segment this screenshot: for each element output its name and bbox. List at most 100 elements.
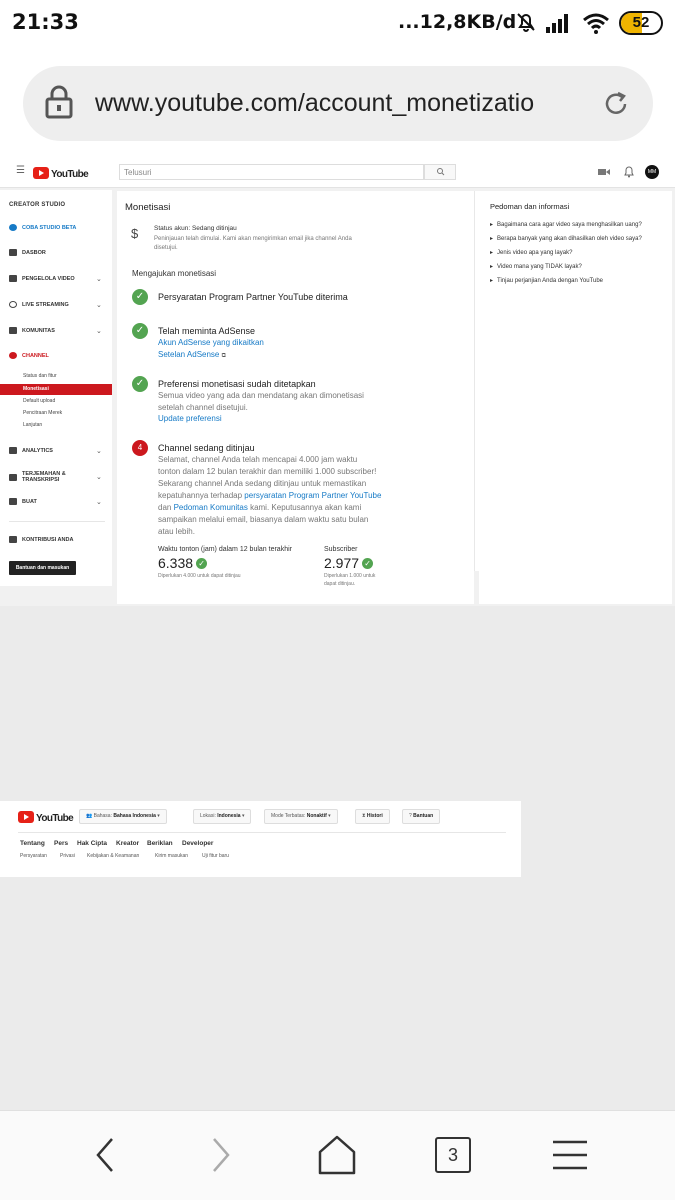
sidebar-item-label: KONTRIBUSI ANDA: [22, 536, 74, 543]
dropdown-caret-icon: ▾: [241, 813, 245, 819]
youtube-logo-icon[interactable]: YouTube: [33, 166, 89, 180]
adsense-settings-link[interactable]: Setelan AdSense ⧉: [158, 349, 226, 362]
restricted-mode-button[interactable]: Mode Terbatas: Nonaktif ▾: [264, 809, 338, 824]
search-button[interactable]: [424, 164, 456, 180]
language-icon: 👥: [86, 813, 93, 819]
step-4-line7: atau lebih.: [158, 527, 195, 536]
location-value: Indonesia: [217, 813, 241, 819]
sidebar-item-label: ANALYTICS: [22, 447, 53, 454]
check-icon: ✓: [362, 558, 374, 569]
footer-link[interactable]: Beriklan: [147, 840, 173, 847]
svg-text:YouTube: YouTube: [36, 813, 74, 824]
footer-link[interactable]: Kebijakan & Keamanan: [87, 853, 139, 859]
update-preferences-link[interactable]: Update preferensi: [158, 413, 222, 425]
external-link-icon: ⧉: [221, 353, 226, 359]
sidebar-item-channel[interactable]: CHANNEL: [9, 352, 49, 359]
video-camera-icon[interactable]: [598, 167, 610, 177]
guide-link[interactable]: Video mana yang TIDAK layak?: [490, 263, 582, 270]
chevron-down-icon[interactable]: ⌄: [96, 498, 102, 506]
footer-link[interactable]: Kreator: [116, 840, 139, 847]
adsense-account-link[interactable]: Akun AdSense yang dikaitkan: [158, 337, 264, 349]
menu-icon[interactable]: [551, 1138, 589, 1172]
sidebar-item-label: KOMUNITAS: [22, 327, 55, 334]
reload-icon[interactable]: [601, 89, 631, 119]
footer-link[interactable]: Persyaratan: [20, 853, 47, 859]
sidebar-item-create[interactable]: BUAT: [9, 498, 37, 505]
guide-link[interactable]: Jenis video apa yang layak?: [490, 249, 572, 256]
sidebar-item-label: DASBOR: [22, 249, 46, 256]
language-button[interactable]: 👥 Bahasa: Bahasa Indonesia ▾: [79, 809, 167, 824]
community-guidelines-link[interactable]: Pedoman Komunitas: [174, 503, 248, 512]
sidebar-item-studio-beta[interactable]: COBA STUDIO BETA: [9, 224, 76, 231]
footer-link[interactable]: Privasi: [60, 853, 75, 859]
step-4-line1: Selamat, channel Anda telah mencapai 4.0…: [158, 455, 358, 464]
watch-time-value: 6.338: [158, 555, 194, 571]
sidebar-subitem-active-bg: [0, 384, 112, 395]
contributions-icon: [9, 536, 17, 543]
sidebar-subitem-upload-defaults[interactable]: Default upload: [23, 398, 55, 404]
chevron-down-icon[interactable]: ⌄: [96, 447, 102, 455]
step-4-line4-text: kepatuhannya terhadap: [158, 491, 245, 500]
live-icon: [9, 301, 17, 308]
hourglass-icon: ⧗: [362, 813, 366, 819]
step-4-line5-tail: kami. Keputusannya akan kami: [247, 503, 362, 512]
step-4-line5-text: dan: [158, 503, 174, 512]
sidebar-item-translations[interactable]: TERJEMAHAN & TRANSKRIPSI: [9, 471, 66, 483]
help-feedback-button[interactable]: Bantuan dan masukan: [9, 561, 76, 575]
location-label: Lokasi:: [200, 813, 216, 819]
sidebar-item-video-manager[interactable]: PENGELOLA VIDEO: [9, 275, 75, 282]
chevron-down-icon[interactable]: ⌄: [96, 301, 102, 309]
help-label: Bantuan: [413, 813, 434, 819]
ypp-terms-link[interactable]: persyaratan Program Partner YouTube: [244, 491, 381, 500]
chevron-down-icon[interactable]: ⌄: [96, 327, 102, 335]
chevron-down-icon[interactable]: ⌄: [96, 473, 102, 481]
language-value: Bahasa Indonesia: [113, 813, 156, 819]
history-button[interactable]: ⧗ Histori: [355, 809, 390, 824]
check-icon: ✓: [132, 376, 148, 392]
sidebar-title: CREATOR STUDIO: [9, 202, 66, 208]
guide-link[interactable]: Bagaimana cara agar video saya menghasil…: [490, 221, 642, 228]
sidebar-subitem-branding[interactable]: Pencitraan Merek: [23, 410, 62, 416]
footer-link[interactable]: Kirim masukan: [155, 853, 188, 859]
translate-icon: [9, 473, 17, 481]
chevron-down-icon[interactable]: ⌄: [96, 275, 102, 283]
sidebar-subitem-status[interactable]: Status dan fitur: [23, 373, 57, 379]
help-button[interactable]: ? Bantuan: [402, 809, 441, 824]
sidebar-item-contributions[interactable]: KONTRIBUSI ANDA: [9, 536, 73, 543]
sidebar-item-analytics[interactable]: ANALYTICS: [9, 447, 53, 454]
guide-link[interactable]: Tinjau perjanjian Anda dengan YouTube: [490, 277, 603, 284]
sidebar-item-live-streaming[interactable]: LIVE STREAMING: [9, 301, 69, 308]
history-label: Histori: [366, 813, 383, 819]
sidebar-item-label: CHANNEL: [22, 352, 49, 359]
footer-link[interactable]: Tentang: [20, 840, 45, 847]
guide-link[interactable]: Berapa banyak yang akan dihasilkan oleh …: [490, 235, 642, 242]
search-input[interactable]: Telusuri: [119, 164, 424, 180]
battery-level: 52: [632, 14, 650, 31]
watch-time-requirement: Diperlukan 4.000 untuk dapat ditinjau: [158, 573, 241, 579]
forward-arrow-icon[interactable]: [206, 1135, 236, 1175]
footer-link[interactable]: Developer: [182, 840, 213, 847]
notification-bell-icon[interactable]: [624, 166, 634, 178]
sidebar-item-dashboard[interactable]: DASBOR: [9, 249, 46, 256]
sidebar-subitem-advanced[interactable]: Lanjutan: [23, 422, 42, 428]
hamburger-menu-icon[interactable]: ☰: [16, 165, 25, 176]
sidebar-item-community[interactable]: KOMUNITAS: [9, 327, 55, 334]
youtube-logo-icon[interactable]: YouTube: [18, 810, 74, 824]
tabs-button[interactable]: 3: [435, 1137, 471, 1173]
check-icon: ✓: [196, 558, 208, 569]
footer-link[interactable]: Uji fitur baru: [202, 853, 229, 859]
restricted-value: Nonaktif: [306, 813, 327, 819]
help-icon: ?: [409, 813, 412, 819]
watch-time-stat: 6.338 ✓: [158, 555, 208, 571]
signal-icon: [546, 14, 568, 33]
footer-link[interactable]: Pers: [54, 840, 68, 847]
footer-link[interactable]: Hak Cipta: [77, 840, 107, 847]
home-icon[interactable]: [316, 1134, 358, 1176]
url-text[interactable]: www.youtube.com/account_monetizatio: [95, 89, 560, 118]
avatar[interactable]: MM: [645, 165, 659, 179]
back-arrow-icon[interactable]: [90, 1135, 120, 1175]
analytics-icon: [9, 447, 17, 454]
location-button[interactable]: Lokasi: Indonesia ▾: [193, 809, 252, 824]
sidebar-subitem-monetization[interactable]: Monetisasi: [23, 386, 49, 392]
step-2-title: Telah meminta AdSense: [158, 326, 256, 336]
